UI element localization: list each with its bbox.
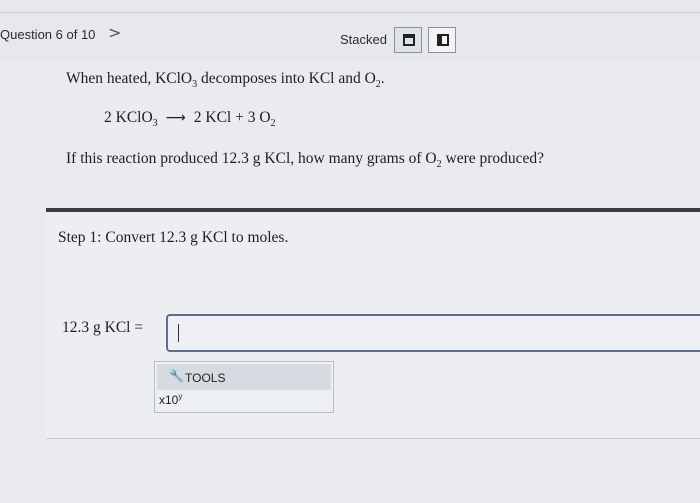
view-mode-label: Stacked [340, 32, 387, 47]
stacked-layout-icon [403, 34, 415, 46]
stacked-view-button[interactable] [394, 27, 422, 53]
split-layout-icon [437, 34, 449, 46]
question-counter: Question 6 of 10 [0, 27, 96, 42]
top-bar: Question 6 of 10 > Stacked [0, 0, 700, 63]
reactant-sub: 3 [152, 118, 158, 129]
question-panel: When heated, KClO 3 decomposes into KCl a… [0, 62, 700, 212]
products: 2 KCl + 3 O [193, 109, 271, 126]
step-instruction: Step 1: Convert 12.3 g KCl to moles. [58, 229, 289, 246]
tools-button[interactable]: 🔧 TOOLS [157, 364, 331, 390]
tools-panel: 🔧 TOOLS x10y [154, 361, 334, 413]
intro-text-a: When heated, KClO [66, 70, 193, 87]
conversion-label: 12.3 g KCl = [62, 319, 144, 336]
wrench-icon: 🔧 [169, 369, 184, 383]
products-sub: 2 [270, 118, 276, 129]
next-question-icon[interactable]: > [108, 23, 121, 42]
reaction-equation: 2 KClO3 ⟶ 2 KCl + 3 O2 [104, 109, 276, 129]
split-view-button[interactable] [428, 27, 456, 53]
scientific-notation-button[interactable]: x10y [159, 392, 182, 407]
x10-exponent: y [178, 392, 183, 401]
question-intro: When heated, KClO3 decomposes into KCl a… [66, 70, 385, 90]
prompt-text-b: were produced? [441, 150, 545, 167]
reaction-arrow-icon: ⟶ [165, 110, 186, 126]
x10-base: x10 [159, 393, 179, 407]
intro-period: . [380, 70, 385, 87]
text-caret [178, 324, 179, 342]
question-prompt: If this reaction produced 12.3 g KCl, ho… [66, 150, 544, 170]
reactant: 2 KClO [104, 109, 153, 126]
intro-text-b: decomposes into KCl and O [197, 70, 376, 87]
answer-input[interactable] [166, 314, 700, 352]
top-rule [0, 12, 700, 13]
tools-label: TOOLS [185, 371, 226, 385]
prompt-text-a: If this reaction produced 12.3 g KCl, ho… [66, 150, 437, 167]
step-panel: Step 1: Convert 12.3 g KCl to moles. 12.… [46, 212, 700, 439]
